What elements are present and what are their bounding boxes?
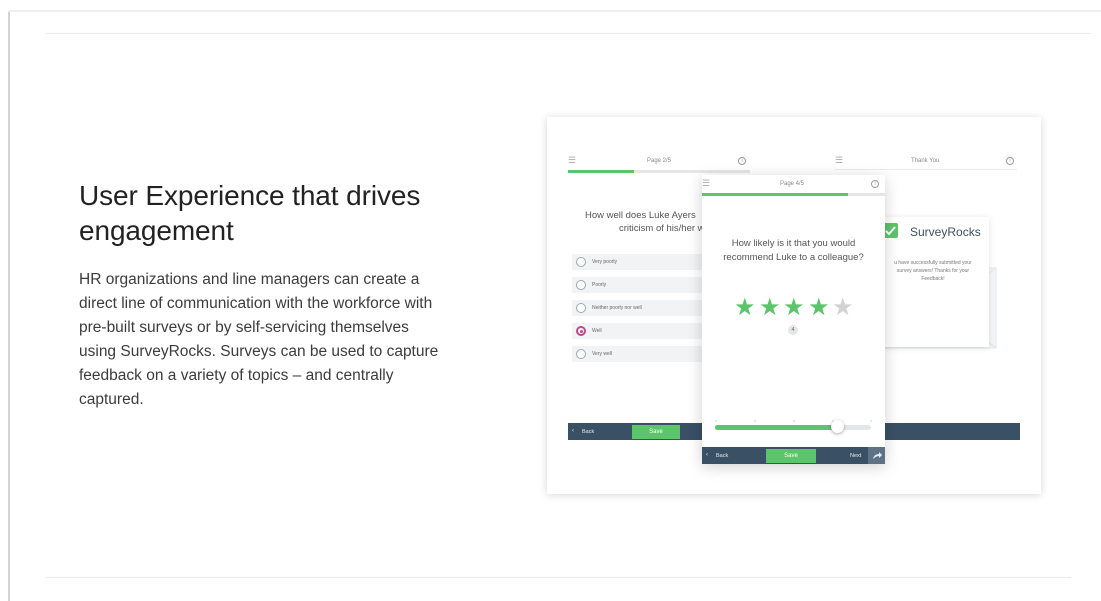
body-line: pre-built surveys or by self-servicing t… [79, 319, 409, 336]
thank-you-line: Feedback! [921, 276, 945, 282]
progress-fill [568, 170, 634, 173]
radio-button[interactable] [576, 257, 586, 267]
thank-you-bottom-bar [885, 423, 1020, 440]
page-frame-top [8, 10, 1101, 12]
answer-option[interactable]: Poorly [572, 277, 722, 293]
back-chevron-icon[interactable]: ‹ [706, 452, 708, 458]
body-line: HR organizations and line managers can c… [79, 271, 420, 288]
body-line: captured. [79, 391, 144, 408]
brand-logo-text: SurveyRocks [910, 225, 981, 239]
answer-option[interactable]: Very well [572, 346, 722, 362]
answer-option[interactable]: Neither poorly nor well [572, 300, 722, 316]
question-line: recommend Luke to a colleague? [723, 252, 864, 263]
survey-screen-page-4: ☰ Page 4/5 i How likely is it that you w… [702, 175, 885, 464]
thank-you-line: survey answers! Thanks for your [896, 268, 970, 274]
answer-option-selected[interactable]: Well [572, 323, 722, 339]
headline-line-1: User Experience that drives [79, 180, 421, 211]
menu-icon[interactable]: ☰ [702, 179, 710, 188]
page-indicator: Page 4/5 [780, 181, 805, 187]
info-icon[interactable]: i [871, 180, 879, 188]
thank-you-message: u have successfully submitted your surve… [877, 259, 989, 283]
rating-value-badge: 4 [788, 325, 798, 335]
star-icon[interactable]: ★ [783, 295, 805, 319]
divider-top [46, 33, 1091, 34]
body-line: using SurveyRocks. Surveys can be used t… [79, 343, 439, 360]
thank-you-line: u have successfully submitted your [894, 260, 972, 266]
menu-icon[interactable]: ☰ [568, 156, 576, 165]
save-button[interactable]: Save [632, 425, 680, 439]
info-icon[interactable]: i [738, 157, 746, 165]
answer-option-label: Well [592, 328, 602, 334]
headline-line-2: engagement [79, 215, 234, 246]
header-divider [835, 169, 1017, 170]
save-button[interactable]: Save [766, 449, 816, 463]
question-line: criticism of his/her wo [619, 223, 710, 234]
question-text: How well does Luke Ayers criticism of hi… [585, 209, 710, 235]
section-body: HR organizations and line managers can c… [79, 268, 474, 412]
page-frame-left [8, 10, 10, 601]
thank-you-card: SurveyRocks u have successfully submitte… [877, 217, 989, 347]
section-headline: User Experience that drives engagement [79, 178, 499, 248]
radio-button[interactable] [576, 349, 586, 359]
radio-button[interactable] [576, 303, 586, 313]
body-line: feedback on a variety of topics – and ce… [79, 367, 394, 384]
answer-option-label: Very poorly [592, 259, 618, 265]
product-screenshot-card: ☰ Thank You i SurveyRocks u have success… [547, 117, 1041, 494]
star-icon[interactable]: ★ [808, 295, 830, 319]
page-indicator: Page 2/5 [647, 158, 672, 164]
back-chevron-icon[interactable]: ‹ [572, 428, 574, 434]
back-button[interactable]: Back [716, 453, 728, 459]
slider-ticks [715, 420, 872, 422]
info-icon: i [1006, 157, 1014, 165]
body-line: direct line of communication with the wo… [79, 295, 433, 312]
divider-bottom [46, 577, 1071, 578]
question-line: How well does Luke Ayers [585, 210, 696, 221]
answer-option-label: Very well [592, 351, 613, 357]
checkmark-icon [883, 223, 898, 238]
radio-button-selected[interactable] [576, 326, 586, 336]
share-arrow-icon[interactable] [868, 447, 885, 464]
answer-option[interactable]: Very poorly [572, 254, 722, 270]
star-icon[interactable]: ★ [759, 295, 781, 319]
menu-icon: ☰ [835, 155, 844, 165]
slider-handle[interactable] [830, 420, 844, 433]
radio-button[interactable] [576, 280, 586, 290]
thank-you-title: Thank You [911, 158, 940, 164]
question-text: How likely is it that you would recommen… [702, 237, 885, 265]
slider-fill [715, 425, 837, 430]
answer-option-label: Poorly [592, 282, 607, 288]
star-icon[interactable]: ★ [734, 295, 756, 319]
answer-options: Very poorly Poorly Neither poorly nor we… [568, 254, 722, 364]
answer-option-label: Neither poorly nor well [592, 305, 642, 311]
star-icon-empty[interactable]: ★ [832, 295, 854, 319]
next-button[interactable]: Next [850, 453, 861, 459]
back-button[interactable]: Back [582, 429, 594, 435]
question-line: How likely is it that you would [731, 238, 856, 249]
progress-fill [702, 193, 849, 196]
